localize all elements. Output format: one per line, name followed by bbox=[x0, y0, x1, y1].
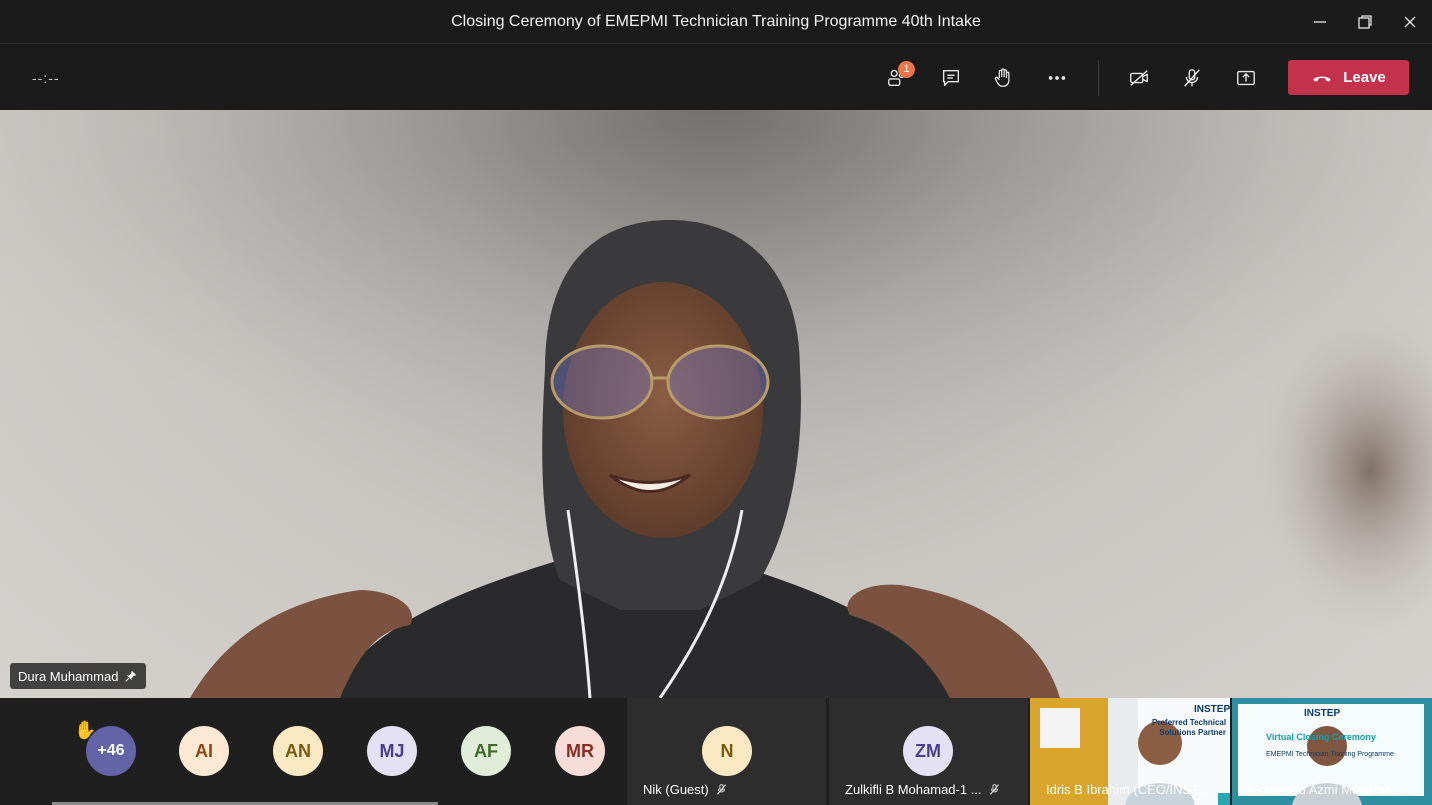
speaker-name-tag: Dura Muhammad bbox=[10, 663, 147, 689]
participant-avatar[interactable]: AI bbox=[179, 726, 229, 776]
mic-toggle-button[interactable] bbox=[1174, 62, 1210, 94]
participant-video-mohamad-azmi[interactable]: INSTEP Virtual Closing Ceremony EMEPMI T… bbox=[1232, 698, 1432, 805]
participants-badge: 1 bbox=[898, 61, 915, 78]
chat-icon bbox=[942, 69, 960, 87]
raised-hand-icon: ✋ bbox=[74, 720, 97, 740]
participant-avatar[interactable]: MJ bbox=[367, 726, 417, 776]
more-icon bbox=[1048, 76, 1066, 80]
video-name: Idris B Ibrahim (CEO/INST... bbox=[1046, 782, 1209, 797]
minimize-icon bbox=[1314, 21, 1326, 23]
tile-name-tag: Nik (Guest) bbox=[643, 782, 728, 797]
azmi-slide-logo: INSTEP bbox=[1304, 708, 1341, 719]
idris-slide-line1: Preferred Technical bbox=[1152, 718, 1227, 727]
idris-slide-line2: Solutions Partner bbox=[1159, 728, 1226, 737]
participant-avatar[interactable]: MR bbox=[555, 726, 605, 776]
tile-name-tag: Zulkifli B Mohamad-1 ... bbox=[845, 782, 1001, 797]
more-actions-button[interactable] bbox=[1039, 62, 1075, 94]
mic-muted-icon bbox=[716, 784, 726, 795]
avatar-initials: AN bbox=[285, 740, 311, 761]
video-name-tag: Mohamad Azmi Mohama... bbox=[1248, 782, 1403, 797]
window-title: Closing Ceremony of EMEPMI Technician Tr… bbox=[451, 13, 981, 30]
raise-hand-button[interactable] bbox=[985, 62, 1021, 94]
avatar-initials: MJ bbox=[379, 740, 405, 761]
participant-tile-nik[interactable]: N Nik (Guest) bbox=[627, 698, 826, 805]
leave-button[interactable]: Leave bbox=[1288, 60, 1409, 95]
hang-up-icon bbox=[1313, 76, 1331, 82]
avatar-initials: AI bbox=[195, 740, 213, 761]
azmi-slide-line1: Virtual Closing Ceremony bbox=[1266, 732, 1376, 742]
video-name: Mohamad Azmi Mohama... bbox=[1248, 782, 1403, 797]
toolbar-divider bbox=[1098, 60, 1099, 96]
share-screen-button[interactable] bbox=[1228, 62, 1264, 94]
mic-off-icon bbox=[1184, 69, 1200, 87]
tile-name: Nik (Guest) bbox=[643, 782, 709, 797]
speaker-name: Dura Muhammad bbox=[18, 668, 119, 684]
title-bar: Closing Ceremony of EMEPMI Technician Tr… bbox=[0, 0, 1432, 44]
azmi-slide-line2: EMEPMI Technician Training Programme bbox=[1266, 751, 1394, 758]
participant-avatar[interactable]: AF bbox=[461, 726, 511, 776]
meeting-toolbar: --:-- 1 Leave bbox=[0, 44, 1432, 110]
tile-avatar: N bbox=[702, 726, 752, 776]
idris-slide-logo: INSTEP bbox=[1194, 704, 1230, 715]
camera-toggle-button[interactable] bbox=[1121, 62, 1157, 94]
close-icon bbox=[1404, 16, 1416, 28]
speaker-video-feed bbox=[0, 110, 1432, 698]
avatar-initials: ZM bbox=[915, 740, 941, 761]
pin-icon bbox=[125, 670, 137, 682]
participant-video-idris[interactable]: INSTEP Preferred Technical Solutions Par… bbox=[1030, 698, 1230, 805]
participant-tile-zulkifli[interactable]: ZM Zulkifli B Mohamad-1 ... bbox=[829, 698, 1028, 805]
minimize-button[interactable] bbox=[1300, 8, 1340, 36]
mic-muted-icon bbox=[989, 784, 999, 795]
overflow-count: +46 bbox=[97, 742, 125, 759]
hand-icon bbox=[994, 68, 1010, 87]
participants-button[interactable]: 1 bbox=[879, 61, 915, 94]
close-button[interactable] bbox=[1390, 8, 1430, 36]
tile-avatar: ZM bbox=[903, 726, 953, 776]
meeting-timer: --:-- bbox=[32, 70, 60, 86]
restore-button[interactable] bbox=[1345, 8, 1385, 36]
avatar-initials: N bbox=[720, 740, 734, 761]
participant-avatar[interactable]: AN bbox=[273, 726, 323, 776]
participant-strip: +46 ✋ AI AN MJ AF MR N Nik (Guest) ZM Zu… bbox=[0, 698, 1432, 805]
main-video-stage: Dura Muhammad bbox=[0, 110, 1432, 698]
avatar-initials: MR bbox=[566, 740, 594, 761]
leave-label: Leave bbox=[1343, 69, 1386, 86]
restore-icon bbox=[1358, 15, 1372, 29]
avatar-initials: AF bbox=[474, 740, 498, 761]
tile-name: Zulkifli B Mohamad-1 ... bbox=[845, 782, 982, 797]
chat-button[interactable] bbox=[933, 62, 969, 94]
share-tray-icon bbox=[1237, 70, 1255, 86]
camera-off-icon bbox=[1130, 70, 1148, 86]
video-name-tag: Idris B Ibrahim (CEO/INST... bbox=[1046, 782, 1209, 797]
